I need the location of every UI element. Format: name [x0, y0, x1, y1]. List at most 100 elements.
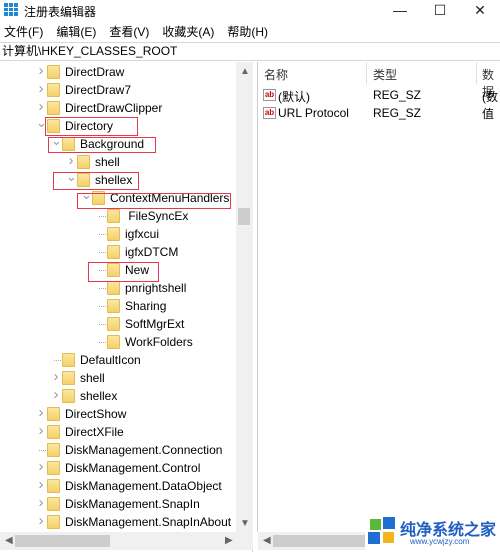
tree-connector — [99, 252, 106, 253]
folder-icon — [107, 281, 120, 295]
folder-icon — [107, 317, 120, 331]
tree-scroll-thumb[interactable] — [238, 208, 250, 225]
highlight-directory — [45, 117, 138, 136]
tree-node-label: igfxDTCM — [125, 245, 179, 259]
tree-node-label: igfxcui — [125, 227, 160, 241]
column-header-name[interactable]: 名称 — [264, 66, 288, 83]
chevron-right-icon[interactable]: › — [36, 495, 46, 511]
tree-node[interactable]: › DirectShow — [0, 405, 236, 423]
tree-node[interactable]: SoftMgrExt — [0, 315, 236, 333]
chevron-right-icon[interactable]: › — [36, 99, 46, 115]
tree-node[interactable]: › shellex — [0, 387, 236, 405]
tree-node[interactable]: › DirectDraw — [0, 63, 236, 81]
folder-icon — [47, 407, 60, 421]
scroll-left-icon[interactable]: ◀ — [5, 535, 13, 546]
column-divider[interactable] — [476, 62, 477, 84]
chevron-right-icon[interactable]: › — [36, 513, 46, 529]
tree-node-label: DirectDraw — [65, 65, 125, 79]
folder-icon — [107, 335, 120, 349]
tree-node[interactable]: FileSyncEx — [0, 207, 236, 225]
chevron-right-icon[interactable]: › — [36, 63, 46, 79]
tree-node-label: DirectXFile — [65, 425, 124, 439]
tree-node[interactable]: › DirectXFile — [0, 423, 236, 441]
tree-node[interactable]: › DiskManagement.DataObject — [0, 477, 236, 495]
column-header-type[interactable]: 类型 — [373, 66, 397, 83]
tree-connector — [99, 288, 106, 289]
folder-icon — [47, 497, 60, 511]
folder-icon — [47, 65, 60, 79]
chevron-right-icon[interactable]: › — [36, 477, 46, 493]
tree-node-label: shell — [95, 155, 120, 169]
watermark: 纯净系统之家 www.ycwjzy.com — [365, 512, 500, 552]
menu-edit[interactable]: 编辑(E) — [52, 23, 100, 41]
tree-node[interactable]: igfxcui — [0, 225, 236, 243]
tree-connector — [39, 450, 46, 451]
folder-icon — [47, 479, 60, 493]
chevron-right-icon[interactable]: › — [51, 387, 61, 403]
tree-node-label: DiskManagement.Connection — [65, 443, 223, 457]
folder-icon — [62, 353, 75, 367]
tree-node[interactable]: › DiskManagement.Control — [0, 459, 236, 477]
column-divider[interactable] — [366, 62, 367, 84]
folder-icon — [77, 155, 90, 169]
menu-file[interactable]: 文件(F) — [0, 23, 47, 41]
regedit-icon — [4, 3, 18, 16]
tree-node-label: shell — [80, 371, 105, 385]
tree-node[interactable]: DiskManagement.Connection — [0, 441, 236, 459]
tree-node[interactable]: › shell — [0, 369, 236, 387]
tree-connector — [99, 216, 106, 217]
value-type: REG_SZ — [373, 88, 422, 102]
values-hscroll-thumb[interactable] — [273, 535, 373, 547]
tree-vertical-scrollbar[interactable] — [236, 62, 253, 532]
watermark-logo-icon — [368, 517, 395, 544]
tree-hscroll-thumb[interactable] — [15, 535, 110, 547]
string-value-icon: ab — [263, 89, 276, 101]
folder-icon — [47, 101, 60, 115]
value-type: REG_SZ — [373, 106, 422, 120]
tree-node[interactable]: DefaultIcon — [0, 351, 236, 369]
tree-connector — [99, 306, 106, 307]
tree-node-label: DirectShow — [65, 407, 127, 421]
chevron-right-icon[interactable]: › — [36, 459, 46, 475]
tree-connector — [99, 324, 106, 325]
scroll-right-icon[interactable]: ▶ — [225, 535, 233, 546]
tree-node[interactable]: › DiskManagement.SnapInAbout — [0, 513, 236, 531]
tree-node[interactable]: › DirectDraw7 — [0, 81, 236, 99]
tree-node-label: Sharing — [125, 299, 167, 313]
tree-node-label: DiskManagement.DataObject — [65, 479, 222, 493]
menu-help[interactable]: 帮助(H) — [223, 23, 272, 41]
folder-icon — [47, 461, 60, 475]
address-bar[interactable]: 计算机\HKEY_CLASSES_ROOT — [0, 42, 500, 61]
folder-icon — [47, 83, 60, 97]
scroll-left-icon[interactable]: ◀ — [263, 535, 271, 546]
tree-node-label: DirectDraw7 — [65, 83, 132, 97]
folder-icon — [107, 245, 120, 259]
scroll-down-icon[interactable]: ▼ — [240, 518, 250, 529]
folder-icon — [107, 209, 120, 223]
chevron-right-icon[interactable]: › — [51, 369, 61, 385]
tree-node[interactable]: › shell — [0, 153, 236, 171]
chevron-right-icon[interactable]: › — [66, 153, 76, 169]
tree-node-label: DiskManagement.SnapInAbout — [65, 515, 232, 529]
minimize-button[interactable]: — — [385, 0, 415, 20]
menu-favorites[interactable]: 收藏夹(A) — [158, 23, 218, 41]
folder-icon — [47, 443, 60, 457]
menu-view[interactable]: 查看(V) — [105, 23, 153, 41]
tree-node[interactable]: WorkFolders — [0, 333, 236, 351]
values-pane: 名称 类型 数据 ab (默认) REG_SZ (数值 ab URL Proto… — [257, 62, 500, 532]
maximize-button[interactable]: ☐ — [425, 0, 455, 20]
scroll-up-icon[interactable]: ▲ — [240, 66, 250, 77]
tree-connector — [54, 360, 61, 361]
close-button[interactable]: ✕ — [465, 0, 495, 20]
chevron-right-icon[interactable]: › — [36, 405, 46, 421]
tree-connector — [99, 234, 106, 235]
chevron-right-icon[interactable]: › — [36, 423, 46, 439]
tree-node[interactable]: igfxDTCM — [0, 243, 236, 261]
value-name: URL Protocol — [278, 106, 349, 120]
tree-connector — [99, 342, 106, 343]
chevron-right-icon[interactable]: › — [36, 81, 46, 97]
tree-node[interactable]: › DiskManagement.SnapIn — [0, 495, 236, 513]
highlight-new — [88, 262, 159, 282]
tree-node[interactable]: Sharing — [0, 297, 236, 315]
tree-node-label: shellex — [80, 389, 118, 403]
